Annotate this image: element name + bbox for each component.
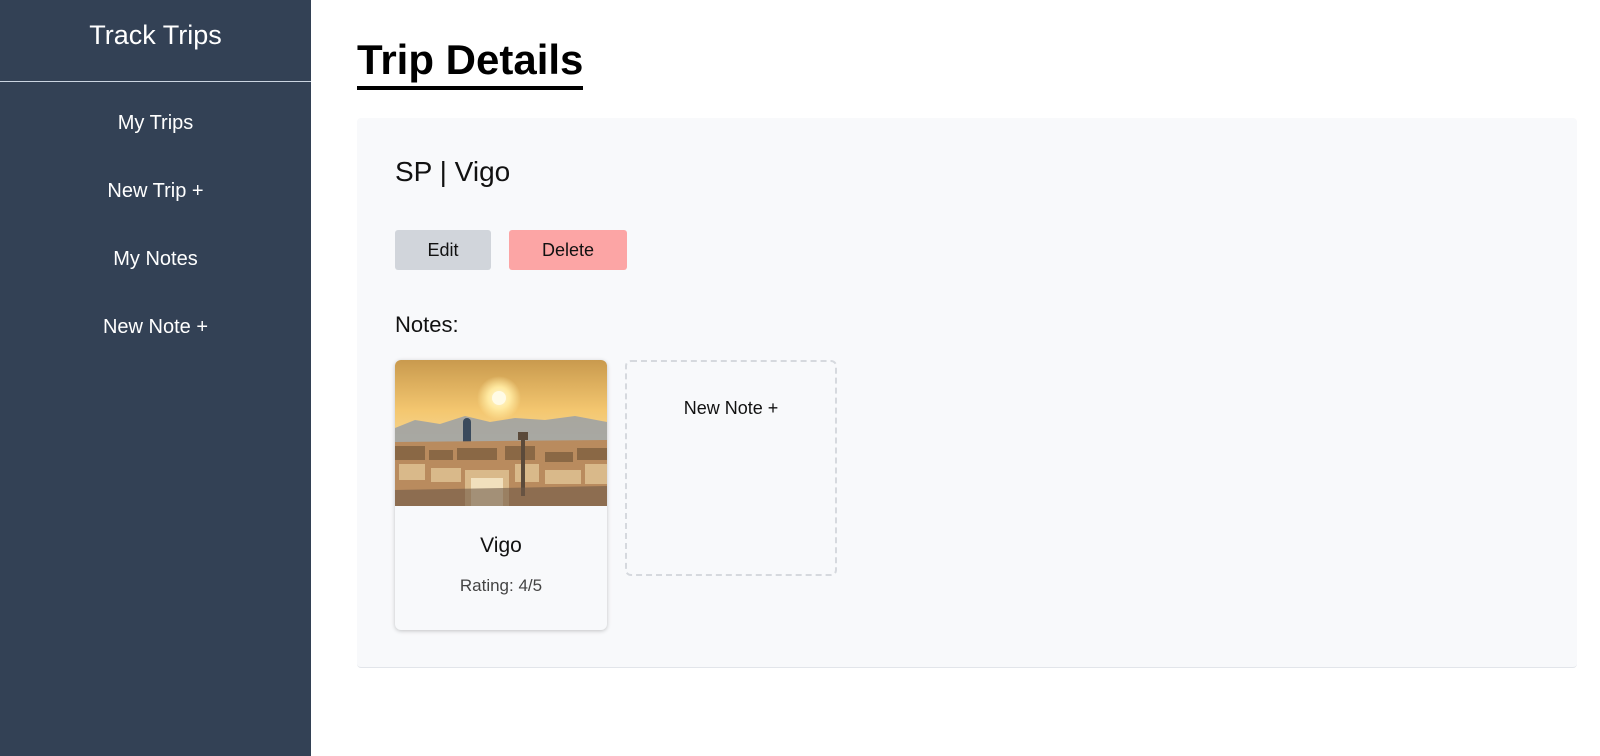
trip-name: SP | Vigo: [395, 156, 511, 187]
sidebar-item-my-notes[interactable]: My Notes: [0, 248, 311, 316]
main-content: Trip Details SP | Vigo Edit Delete Notes…: [311, 0, 1600, 756]
note-image: [395, 360, 607, 506]
sidebar-nav: My Trips New Trip + My Notes New Note +: [0, 82, 311, 384]
note-title: Vigo: [480, 534, 522, 557]
sidebar-item-my-trips[interactable]: My Trips: [0, 112, 311, 180]
new-note-tile[interactable]: New Note +: [625, 360, 837, 576]
sidebar-item-new-note[interactable]: New Note +: [0, 316, 311, 384]
note-card[interactable]: Vigo Rating: 4/5: [395, 360, 607, 630]
note-rating: Rating: 4/5: [459, 576, 543, 595]
page-title: Trip Details: [357, 36, 584, 90]
trip-details-card: SP | Vigo Edit Delete Notes: Vigo Rating…: [357, 118, 1577, 668]
edit-button[interactable]: Edit: [395, 230, 491, 270]
notes-heading: Notes:: [395, 312, 459, 337]
app-root: Track Trips My Trips New Trip + My Notes…: [0, 0, 1600, 756]
brand-title[interactable]: Track Trips: [0, 0, 311, 82]
sidebar: Track Trips My Trips New Trip + My Notes…: [0, 0, 311, 756]
delete-button[interactable]: Delete: [509, 230, 627, 270]
sidebar-item-new-trip[interactable]: New Trip +: [0, 180, 311, 248]
